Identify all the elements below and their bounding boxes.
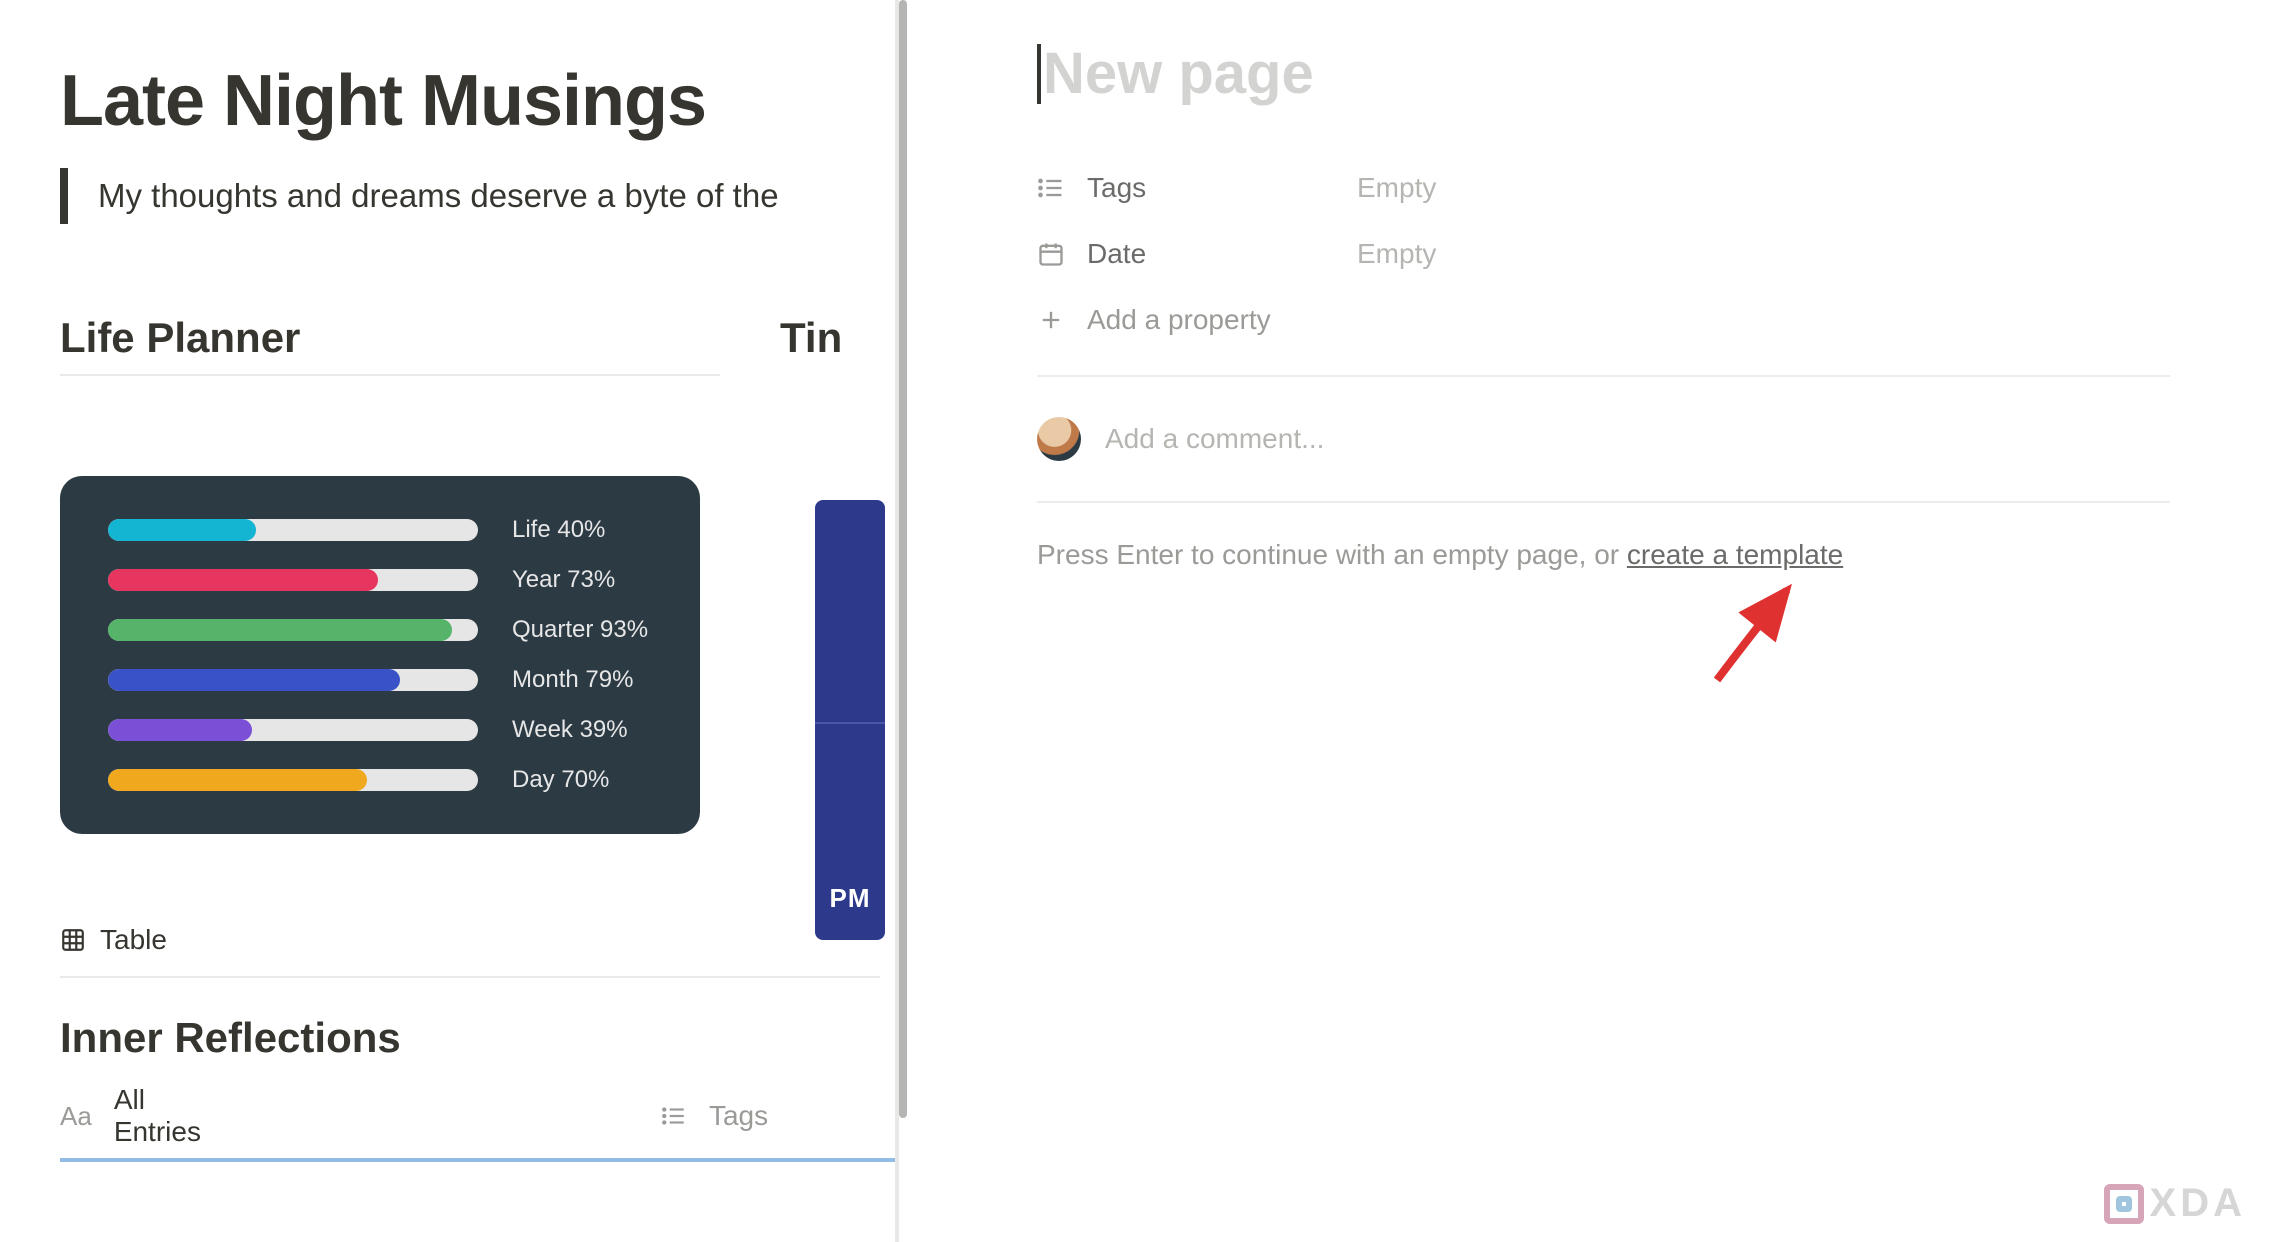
new-page-panel: New page Tags Empty Date Empty [907, 0, 2270, 1242]
watermark-logo-icon [2104, 1184, 2144, 1224]
page-title: Late Night Musings [60, 60, 895, 142]
section-heading-timeline-cut: Tin [780, 314, 842, 376]
page-title-input[interactable]: New page [1043, 40, 1314, 107]
progress-row: Day 70% [108, 766, 652, 794]
progress-track [108, 669, 478, 691]
database-view-tab-label: Table [100, 924, 167, 956]
list-icon [661, 1103, 687, 1129]
calendar-icon [1037, 240, 1069, 268]
progress-track [108, 719, 478, 741]
divider [1037, 375, 2170, 377]
timeline-block-label: PM [830, 883, 871, 914]
progress-fill [108, 619, 452, 641]
progress-row: Year 73% [108, 566, 652, 594]
divider [60, 374, 720, 376]
property-value[interactable]: Empty [1357, 238, 1436, 270]
divider [1037, 501, 2170, 503]
database-view-label: All Entries [114, 1084, 201, 1148]
progress-fill [108, 519, 256, 541]
progress-track [108, 519, 478, 541]
progress-label: Quarter 93% [512, 616, 648, 644]
add-property-button[interactable]: Add a property [1037, 287, 2170, 353]
property-list: Tags Empty Date Empty Add a property [1037, 155, 2170, 353]
comment-input-placeholder[interactable]: Add a comment... [1105, 423, 1324, 455]
property-row-date[interactable]: Date Empty [1037, 221, 2170, 287]
watermark: XDA [2104, 1181, 2246, 1226]
watermark-text: XDA [2150, 1181, 2246, 1226]
empty-page-hint: Press Enter to continue with an empty pa… [1037, 539, 2170, 571]
progress-row: Quarter 93% [108, 616, 652, 644]
panel-resize-handle[interactable] [895, 0, 907, 1242]
background-page: Late Night Musings My thoughts and dream… [0, 0, 895, 1242]
callout-text: My thoughts and dreams deserve a byte of… [98, 177, 779, 215]
callout-bar [60, 168, 68, 224]
progress-label: Week 39% [512, 716, 628, 744]
section-heading-planner: Life Planner [60, 314, 780, 362]
callout-block: My thoughts and dreams deserve a byte of… [60, 168, 895, 224]
database-title[interactable]: Inner Reflections [60, 1014, 895, 1062]
name-property-icon: Aa [60, 1101, 92, 1132]
database-view-all-entries[interactable]: Aa All Entries [60, 1084, 201, 1148]
progress-label: Month 79% [512, 666, 633, 694]
progress-track [108, 769, 478, 791]
progress-fill [108, 669, 400, 691]
progress-label: Day 70% [512, 766, 609, 794]
property-row-tags[interactable]: Tags Empty [1037, 155, 2170, 221]
multiselect-icon [1037, 174, 1069, 202]
progress-track [108, 569, 478, 591]
avatar [1037, 417, 1081, 461]
progress-fill [108, 569, 378, 591]
add-property-label: Add a property [1087, 304, 1271, 336]
property-name: Date [1087, 238, 1357, 270]
progress-fill [108, 769, 367, 791]
table-icon [60, 927, 86, 953]
database-view-tab-table[interactable]: Table [60, 924, 895, 956]
create-template-link[interactable]: create a template [1627, 539, 1843, 570]
property-value[interactable]: Empty [1357, 172, 1436, 204]
database-view-label: Tags [709, 1100, 768, 1132]
progress-row: Life 40% [108, 516, 652, 544]
divider [60, 976, 880, 978]
progress-fill [108, 719, 252, 741]
property-name: Tags [1087, 172, 1357, 204]
text-cursor [1037, 44, 1041, 104]
selection-line [60, 1158, 895, 1162]
database-view-tags[interactable]: Tags [661, 1084, 768, 1148]
progress-label: Life 40% [512, 516, 605, 544]
progress-track [108, 619, 478, 641]
hint-text: Press Enter to continue with an empty pa… [1037, 539, 1627, 570]
plus-icon [1037, 306, 1069, 334]
progress-row: Month 79% [108, 666, 652, 694]
progress-row: Week 39% [108, 716, 652, 744]
progress-widget: Life 40% Year 73% Quarter 93% Month 79% Week… [60, 476, 700, 834]
timeline-block[interactable]: PM [815, 500, 885, 940]
annotation-arrow [1697, 580, 1817, 700]
progress-label: Year 73% [512, 566, 615, 594]
add-comment-row[interactable]: Add a comment... [1037, 399, 2170, 479]
